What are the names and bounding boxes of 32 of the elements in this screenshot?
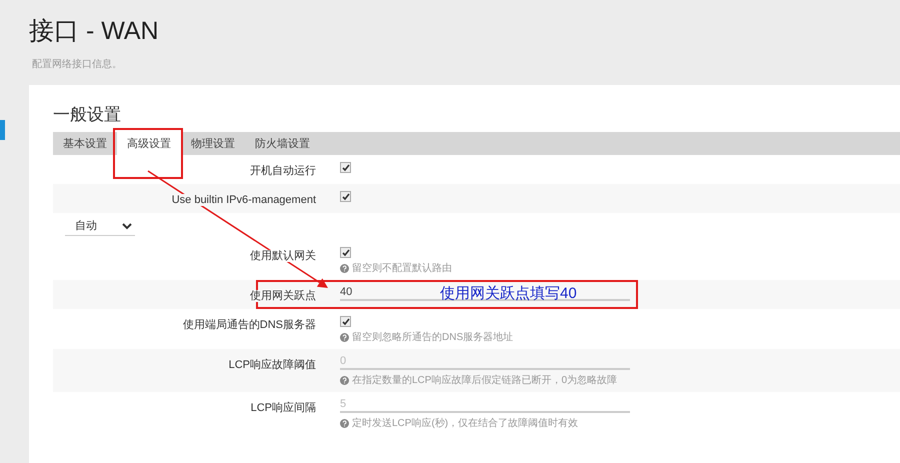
checkbox[interactable]	[340, 191, 351, 202]
text-field[interactable]: 0	[340, 354, 630, 370]
text-field[interactable]: 5	[340, 397, 630, 413]
page-subtitle: 配置网络接口信息。	[32, 58, 123, 71]
checkbox[interactable]	[340, 316, 351, 327]
help-icon	[340, 418, 349, 428]
field-label: LCP响应故障阈值	[228, 359, 316, 371]
field-label: 使用端局通告的DNS服务器	[182, 319, 316, 331]
tab[interactable]: 高级设置	[117, 132, 181, 155]
dropdown[interactable]: 自动	[65, 217, 135, 236]
checkbox[interactable]	[340, 162, 351, 173]
highlight-frame	[113, 128, 183, 179]
page-title: 接口 - WAN	[29, 16, 160, 47]
field-label: Use builtin IPv6-management	[172, 194, 316, 206]
tab[interactable]: 物理设置	[181, 132, 245, 155]
hint-text: 在指定数量的LCP响应故障后假定链路已断开，0为忽略故障	[352, 374, 618, 387]
side-accent-bar	[0, 120, 5, 140]
annotation-text: 使用网关跃点填写40	[440, 284, 577, 303]
help-icon	[340, 332, 349, 342]
field-label: 开机自动运行	[250, 165, 316, 177]
hint-text: 留空则忽略所通告的DNS服务器地址	[352, 330, 514, 344]
hint-text: 留空则不配置默认路由	[352, 262, 452, 275]
field-label: LCP响应间隔	[250, 402, 316, 414]
section-title: 一般设置	[53, 104, 122, 126]
help-icon	[340, 264, 349, 272]
field-label: 使用网关跃点	[250, 290, 316, 302]
tab[interactable]: 防火墙设置	[245, 132, 320, 155]
help-icon	[340, 376, 349, 384]
tab[interactable]: 基本设置	[53, 132, 117, 155]
field-label: 使用默认网关	[250, 250, 316, 262]
hint-text: 定时发送LCP响应(秒)，仅在结合了故障阈值时有效	[352, 416, 578, 430]
checkbox[interactable]	[340, 247, 351, 258]
